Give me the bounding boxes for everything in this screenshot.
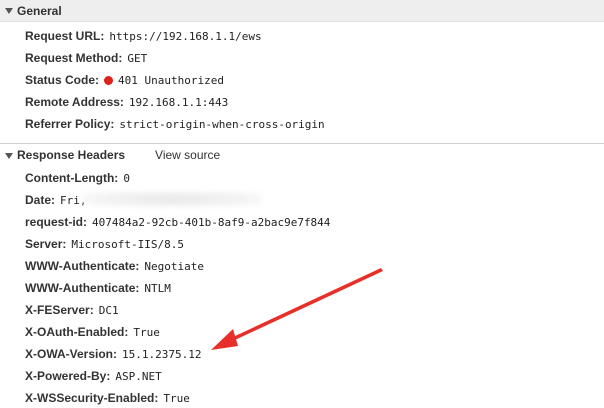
response-row-date: Date: Fri, bbox=[25, 191, 87, 209]
header-key: Request URL: bbox=[25, 29, 105, 43]
general-section-title: General bbox=[17, 3, 62, 18]
header-value: strict-origin-when-cross-origin bbox=[119, 117, 325, 131]
header-key: Request Method: bbox=[25, 51, 123, 65]
response-headers-section-header[interactable]: Response Headers View source bbox=[0, 143, 604, 166]
general-row-request-url: Request URL: https://192.168.1.1/ews bbox=[25, 27, 262, 45]
header-value: 401 Unauthorized bbox=[118, 73, 224, 87]
header-key: Server: bbox=[25, 237, 67, 251]
general-row-request-method: Request Method: GET bbox=[25, 49, 147, 67]
header-key: X-Powered-By: bbox=[25, 369, 111, 383]
header-key: Date: bbox=[25, 193, 56, 207]
header-value: 0 bbox=[123, 171, 130, 185]
red-dot-icon bbox=[104, 75, 114, 85]
header-value: NTLM bbox=[144, 281, 171, 295]
header-key: Remote Address: bbox=[25, 95, 124, 109]
header-value: True bbox=[163, 391, 190, 405]
header-value: DC1 bbox=[98, 303, 119, 317]
response-row-server: Server: Microsoft-IIS/8.5 bbox=[25, 235, 184, 253]
header-key: Content-Length: bbox=[25, 171, 119, 185]
header-key: X-FEServer: bbox=[25, 303, 94, 317]
header-key: X-OAuth-Enabled: bbox=[25, 325, 129, 339]
header-value: Negotiate bbox=[144, 259, 205, 273]
response-row-www-authenticate-negotiate: WWW-Authenticate: Negotiate bbox=[25, 257, 204, 275]
general-section-header[interactable]: General bbox=[0, 0, 604, 22]
triangle-down-icon[interactable] bbox=[5, 8, 13, 14]
redaction-blur bbox=[82, 191, 262, 207]
header-value: GET bbox=[127, 51, 148, 65]
arrow-head bbox=[211, 329, 238, 350]
response-row-request-id: request-id: 407484a2-92cb-401b-8af9-a2ba… bbox=[25, 213, 330, 231]
header-key: WWW-Authenticate: bbox=[25, 281, 140, 295]
response-row-x-powered-by: X-Powered-By: ASP.NET bbox=[25, 367, 162, 385]
response-row-x-oauth-enabled: X-OAuth-Enabled: True bbox=[25, 323, 160, 341]
general-row-status-code: Status Code: 401 Unauthorized bbox=[25, 71, 224, 89]
response-row-x-owa-version: X-OWA-Version: 15.1.2375.12 bbox=[25, 345, 202, 363]
header-value: ASP.NET bbox=[115, 369, 162, 383]
header-value: True bbox=[133, 325, 160, 339]
general-row-referrer-policy: Referrer Policy: strict-origin-when-cros… bbox=[25, 115, 325, 133]
response-row-www-authenticate-ntlm: WWW-Authenticate: NTLM bbox=[25, 279, 171, 297]
header-key: Referrer Policy: bbox=[25, 117, 115, 131]
header-key: X-OWA-Version: bbox=[25, 347, 118, 361]
header-key: request-id: bbox=[25, 215, 88, 229]
triangle-down-icon[interactable] bbox=[5, 152, 13, 159]
header-value: 15.1.2375.12 bbox=[122, 347, 202, 361]
header-key: WWW-Authenticate: bbox=[25, 259, 140, 273]
view-source-link[interactable]: View source bbox=[155, 148, 220, 162]
response-row-x-feserver: X-FEServer: DC1 bbox=[25, 301, 119, 319]
header-key: Status Code: bbox=[25, 73, 100, 87]
header-value: 407484a2-92cb-401b-8af9-a2bac9e7f844 bbox=[92, 215, 331, 229]
response-row-x-wssecurity-enabled: X-WSSecurity-Enabled: True bbox=[25, 389, 190, 407]
response-row-content-length: Content-Length: 0 bbox=[25, 169, 130, 187]
arrow-shaft bbox=[220, 268, 383, 346]
response-headers-title: Response Headers bbox=[17, 148, 126, 162]
header-value: 192.168.1.1:443 bbox=[128, 95, 229, 109]
header-value: https://192.168.1.1/ews bbox=[109, 29, 262, 43]
header-value: Microsoft-IIS/8.5 bbox=[71, 237, 184, 251]
general-row-remote-address: Remote Address: 192.168.1.1:443 bbox=[25, 93, 228, 111]
header-key: X-WSSecurity-Enabled: bbox=[25, 391, 159, 405]
